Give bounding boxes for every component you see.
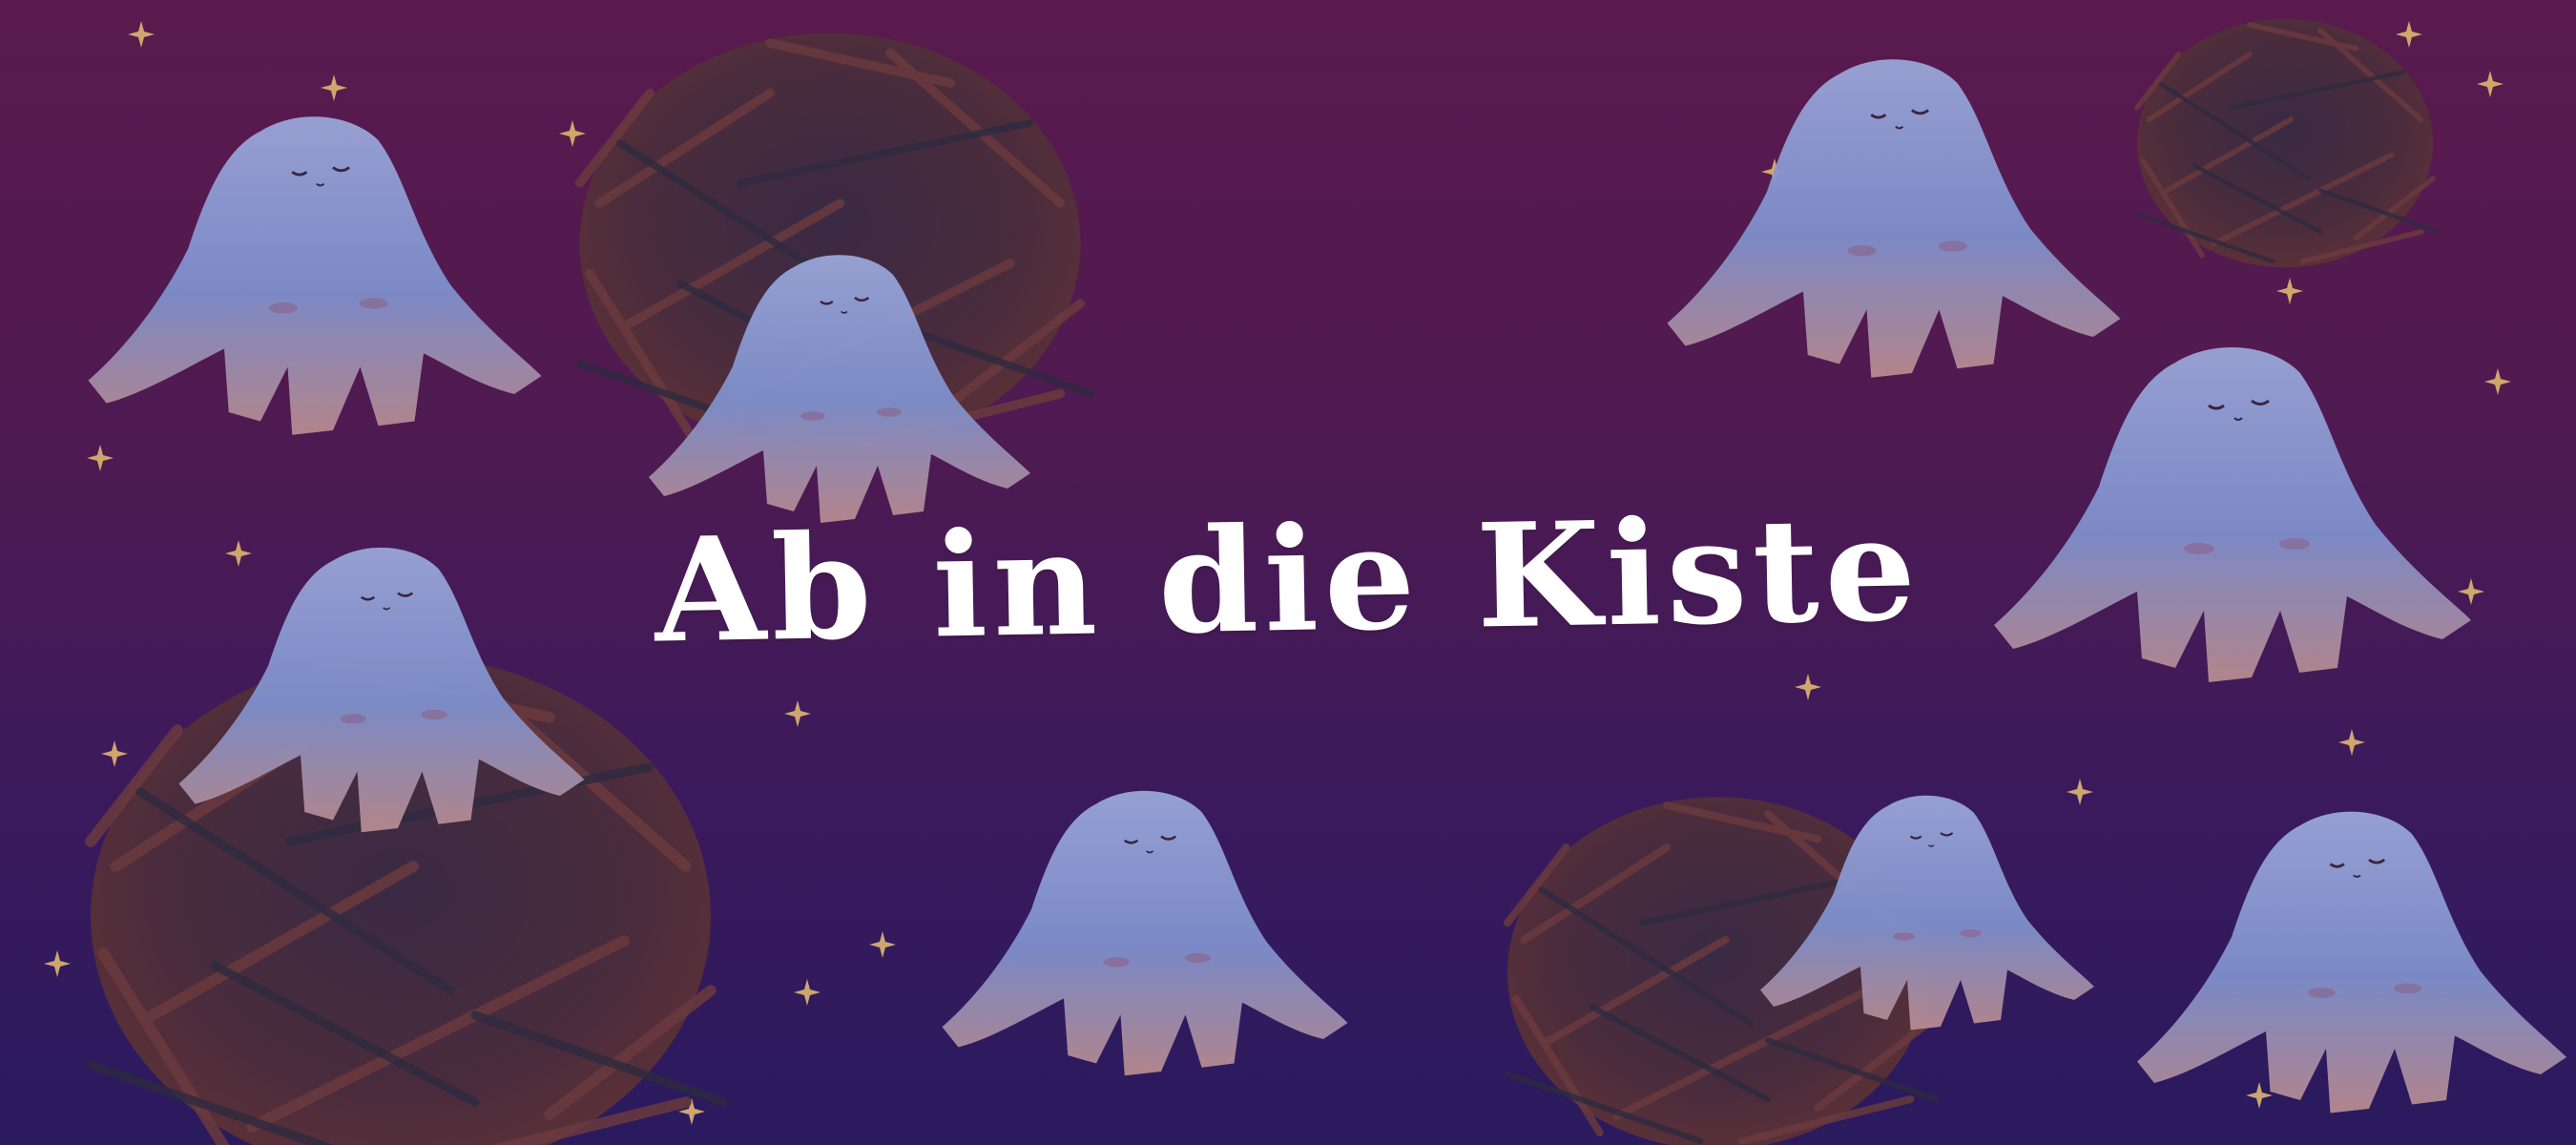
star-icon	[128, 21, 155, 48]
star-icon	[101, 740, 128, 767]
star-icon	[2396, 21, 2422, 48]
star-icon	[2338, 729, 2365, 756]
ghost-icon	[2135, 810, 2568, 1114]
star-icon	[869, 931, 896, 958]
ghost-icon	[941, 789, 1349, 1077]
star-icon	[321, 74, 347, 101]
star-icon	[2484, 368, 2511, 395]
twig-nest-icon	[2137, 19, 2439, 267]
star-icon	[1795, 674, 1821, 700]
star-icon	[2477, 71, 2503, 97]
ghost-icon	[87, 114, 543, 437]
star-icon	[44, 950, 71, 977]
star-icon	[794, 979, 821, 1006]
star-icon	[2246, 1082, 2273, 1109]
star-icon	[559, 120, 586, 147]
star-icon	[2276, 278, 2303, 304]
star-icon	[87, 445, 114, 471]
star-icon	[784, 700, 811, 727]
star-icon	[2067, 779, 2093, 805]
ghost-icon	[1666, 57, 2122, 380]
